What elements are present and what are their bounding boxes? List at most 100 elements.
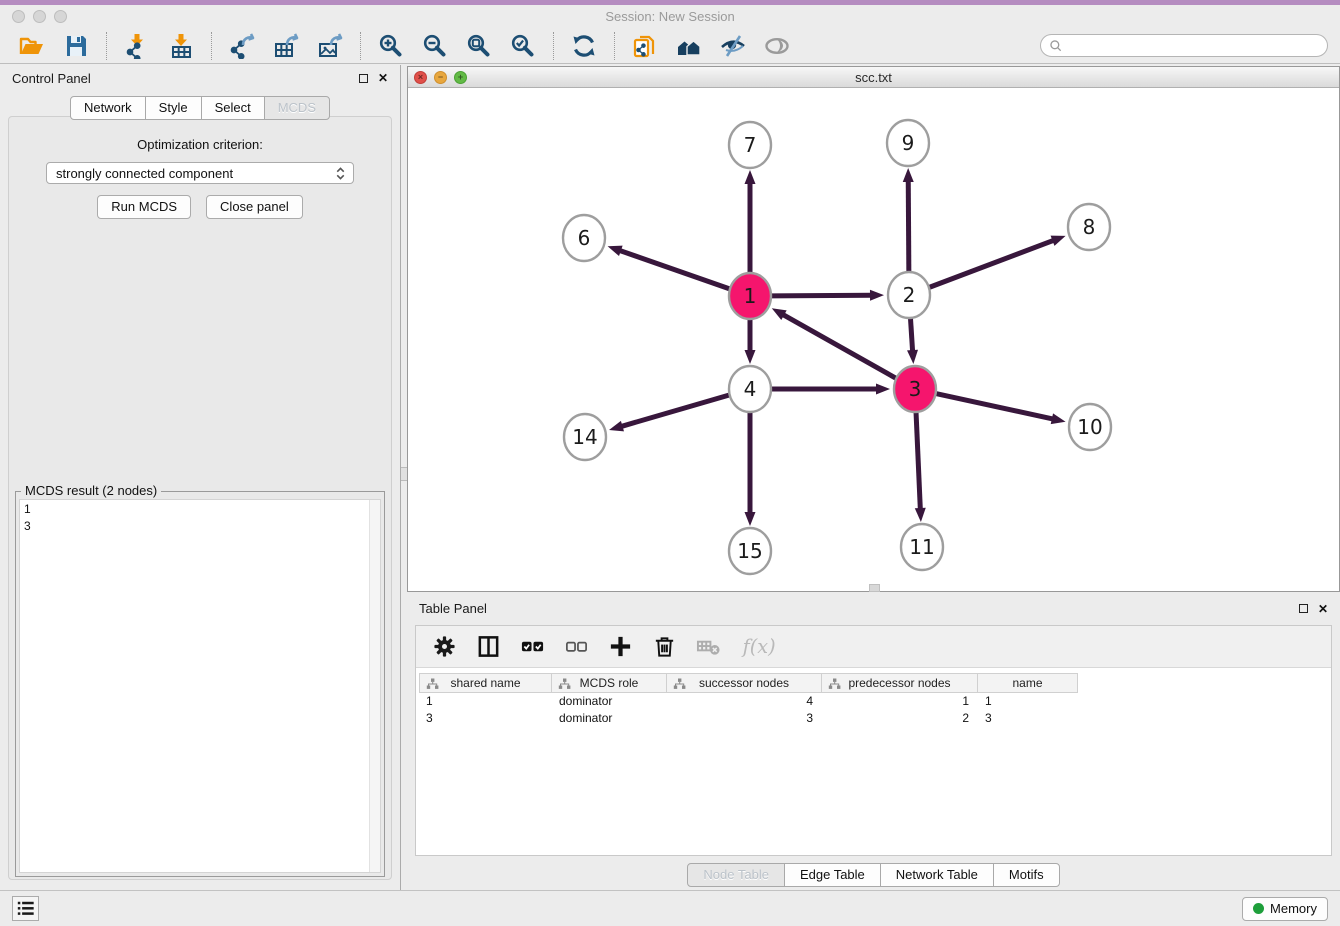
tab-motifs[interactable]: Motifs <box>993 863 1060 887</box>
tab-style[interactable]: Style <box>145 96 202 120</box>
graph-edge-2-9[interactable] <box>903 168 914 273</box>
graph-node-15[interactable]: 15 <box>729 528 771 574</box>
table-row[interactable]: 3dominator323 <box>419 710 1331 727</box>
export-image-icon[interactable] <box>315 31 345 61</box>
table-cell[interactable]: dominator <box>552 693 667 710</box>
table-cell[interactable]: dominator <box>552 710 667 727</box>
clone-network-icon[interactable] <box>630 31 660 61</box>
network-canvas[interactable]: 7 9 6 8 1 2 4 3 14 10 15 11 <box>408 88 1339 591</box>
table-cell[interactable]: 1 <box>978 693 1078 710</box>
float-panel-icon[interactable] <box>359 74 368 83</box>
graph-edge-2-3[interactable] <box>907 317 918 364</box>
tab-edge-table[interactable]: Edge Table <box>784 863 881 887</box>
graph-edge-1-6[interactable] <box>608 246 730 289</box>
tab-select[interactable]: Select <box>201 96 265 120</box>
preview-eye-icon[interactable] <box>762 31 792 61</box>
graph-edge-1-4[interactable] <box>745 318 756 364</box>
graph-node-6[interactable]: 6 <box>563 215 605 261</box>
graph-node-8[interactable]: 8 <box>1068 204 1110 250</box>
column-header-successor-nodes[interactable]: successor nodes <box>667 673 822 693</box>
column-header-name[interactable]: name <box>978 673 1078 693</box>
delete-row-icon[interactable] <box>652 634 677 659</box>
import-table-icon[interactable] <box>166 31 196 61</box>
table-cell[interactable]: 4 <box>667 693 822 710</box>
add-row-icon[interactable] <box>608 634 633 659</box>
splitter-handle-icon[interactable] <box>401 467 407 481</box>
graph-node-7[interactable]: 7 <box>729 122 771 168</box>
close-table-panel-icon[interactable] <box>1318 603 1328 615</box>
table-row[interactable]: 1dominator411 <box>419 693 1331 710</box>
graph-node-9[interactable]: 9 <box>887 120 929 166</box>
network-close-button[interactable] <box>414 71 427 84</box>
memory-button[interactable]: Memory <box>1242 897 1328 921</box>
search-input[interactable] <box>1068 39 1319 53</box>
table-cell[interactable]: 1 <box>822 693 978 710</box>
network-minimize-button[interactable] <box>434 71 447 84</box>
graph-edge-4-15[interactable] <box>745 411 756 526</box>
graph-edge-2-8[interactable] <box>930 236 1066 288</box>
home-icon[interactable] <box>674 31 704 61</box>
export-table-icon[interactable] <box>271 31 301 61</box>
function-builder-icon[interactable]: f(x) <box>740 634 776 659</box>
zoom-window-button[interactable] <box>54 10 67 23</box>
graph-edge-1-2[interactable] <box>772 290 884 301</box>
stepper-icon <box>334 166 347 181</box>
result-scrollbar[interactable] <box>369 500 380 872</box>
graph-edge-3-1[interactable] <box>772 308 896 378</box>
import-network-icon[interactable] <box>122 31 152 61</box>
float-table-panel-icon[interactable] <box>1299 604 1308 613</box>
zoom-in-icon[interactable] <box>376 31 406 61</box>
graph-edge-1-7[interactable] <box>745 170 756 274</box>
select-all-checks-icon[interactable] <box>520 634 545 659</box>
network-window-titlebar[interactable]: scc.txt <box>408 67 1339 88</box>
settings-gear-icon[interactable] <box>432 634 457 659</box>
tab-network[interactable]: Network <box>70 96 146 120</box>
graph-edge-4-3[interactable] <box>772 384 890 395</box>
column-header-mcds-role[interactable]: MCDS role <box>552 673 667 693</box>
delete-table-icon[interactable] <box>696 634 721 659</box>
table-cell[interactable]: 1 <box>419 693 552 710</box>
search-box[interactable] <box>1040 34 1328 57</box>
zoom-fit-icon[interactable] <box>464 31 494 61</box>
zoom-selected-icon[interactable] <box>508 31 538 61</box>
close-panel-button[interactable]: Close panel <box>206 195 303 219</box>
run-mcds-button[interactable]: Run MCDS <box>97 195 191 219</box>
close-panel-icon[interactable] <box>378 72 388 84</box>
split-columns-icon[interactable] <box>476 634 501 659</box>
mcds-result-textarea[interactable]: 13 <box>19 499 381 873</box>
graph-node-3[interactable]: 3 <box>894 366 936 412</box>
open-session-icon[interactable] <box>17 31 47 61</box>
table-cell[interactable]: 2 <box>822 710 978 727</box>
deselect-all-checks-icon[interactable] <box>564 634 589 659</box>
panel-splitter[interactable] <box>400 65 407 890</box>
graph-node-10[interactable]: 10 <box>1069 404 1111 450</box>
svg-text:4: 4 <box>744 377 757 401</box>
show-panels-button[interactable] <box>12 896 39 921</box>
column-header-shared-name[interactable]: shared name <box>419 673 552 693</box>
canvas-splitter-handle-icon[interactable] <box>869 584 880 592</box>
tab-network-table[interactable]: Network Table <box>880 863 994 887</box>
export-network-icon[interactable] <box>227 31 257 61</box>
zoom-out-icon[interactable] <box>420 31 450 61</box>
minimize-window-button[interactable] <box>33 10 46 23</box>
close-window-button[interactable] <box>12 10 25 23</box>
graph-node-11[interactable]: 11 <box>901 524 943 570</box>
save-session-icon[interactable] <box>61 31 91 61</box>
graph-node-2[interactable]: 2 <box>888 272 930 318</box>
graph-edge-3-10[interactable] <box>936 394 1065 424</box>
graph-node-4[interactable]: 4 <box>729 366 771 412</box>
graph-node-1[interactable]: 1 <box>729 273 771 319</box>
graph-edge-4-14[interactable] <box>609 395 729 431</box>
network-zoom-button[interactable] <box>454 71 467 84</box>
tab-node-table[interactable]: Node Table <box>687 863 785 887</box>
optimization-criterion-dropdown[interactable]: strongly connected component <box>46 162 354 184</box>
refresh-layout-icon[interactable] <box>569 31 599 61</box>
graph-edge-3-11[interactable] <box>915 411 926 522</box>
graph-node-14[interactable]: 14 <box>564 414 606 460</box>
table-cell[interactable]: 3 <box>419 710 552 727</box>
tab-mcds[interactable]: MCDS <box>264 96 330 120</box>
table-cell[interactable]: 3 <box>978 710 1078 727</box>
table-cell[interactable]: 3 <box>667 710 822 727</box>
column-header-predecessor-nodes[interactable]: predecessor nodes <box>822 673 978 693</box>
toggle-visibility-icon[interactable] <box>718 31 748 61</box>
